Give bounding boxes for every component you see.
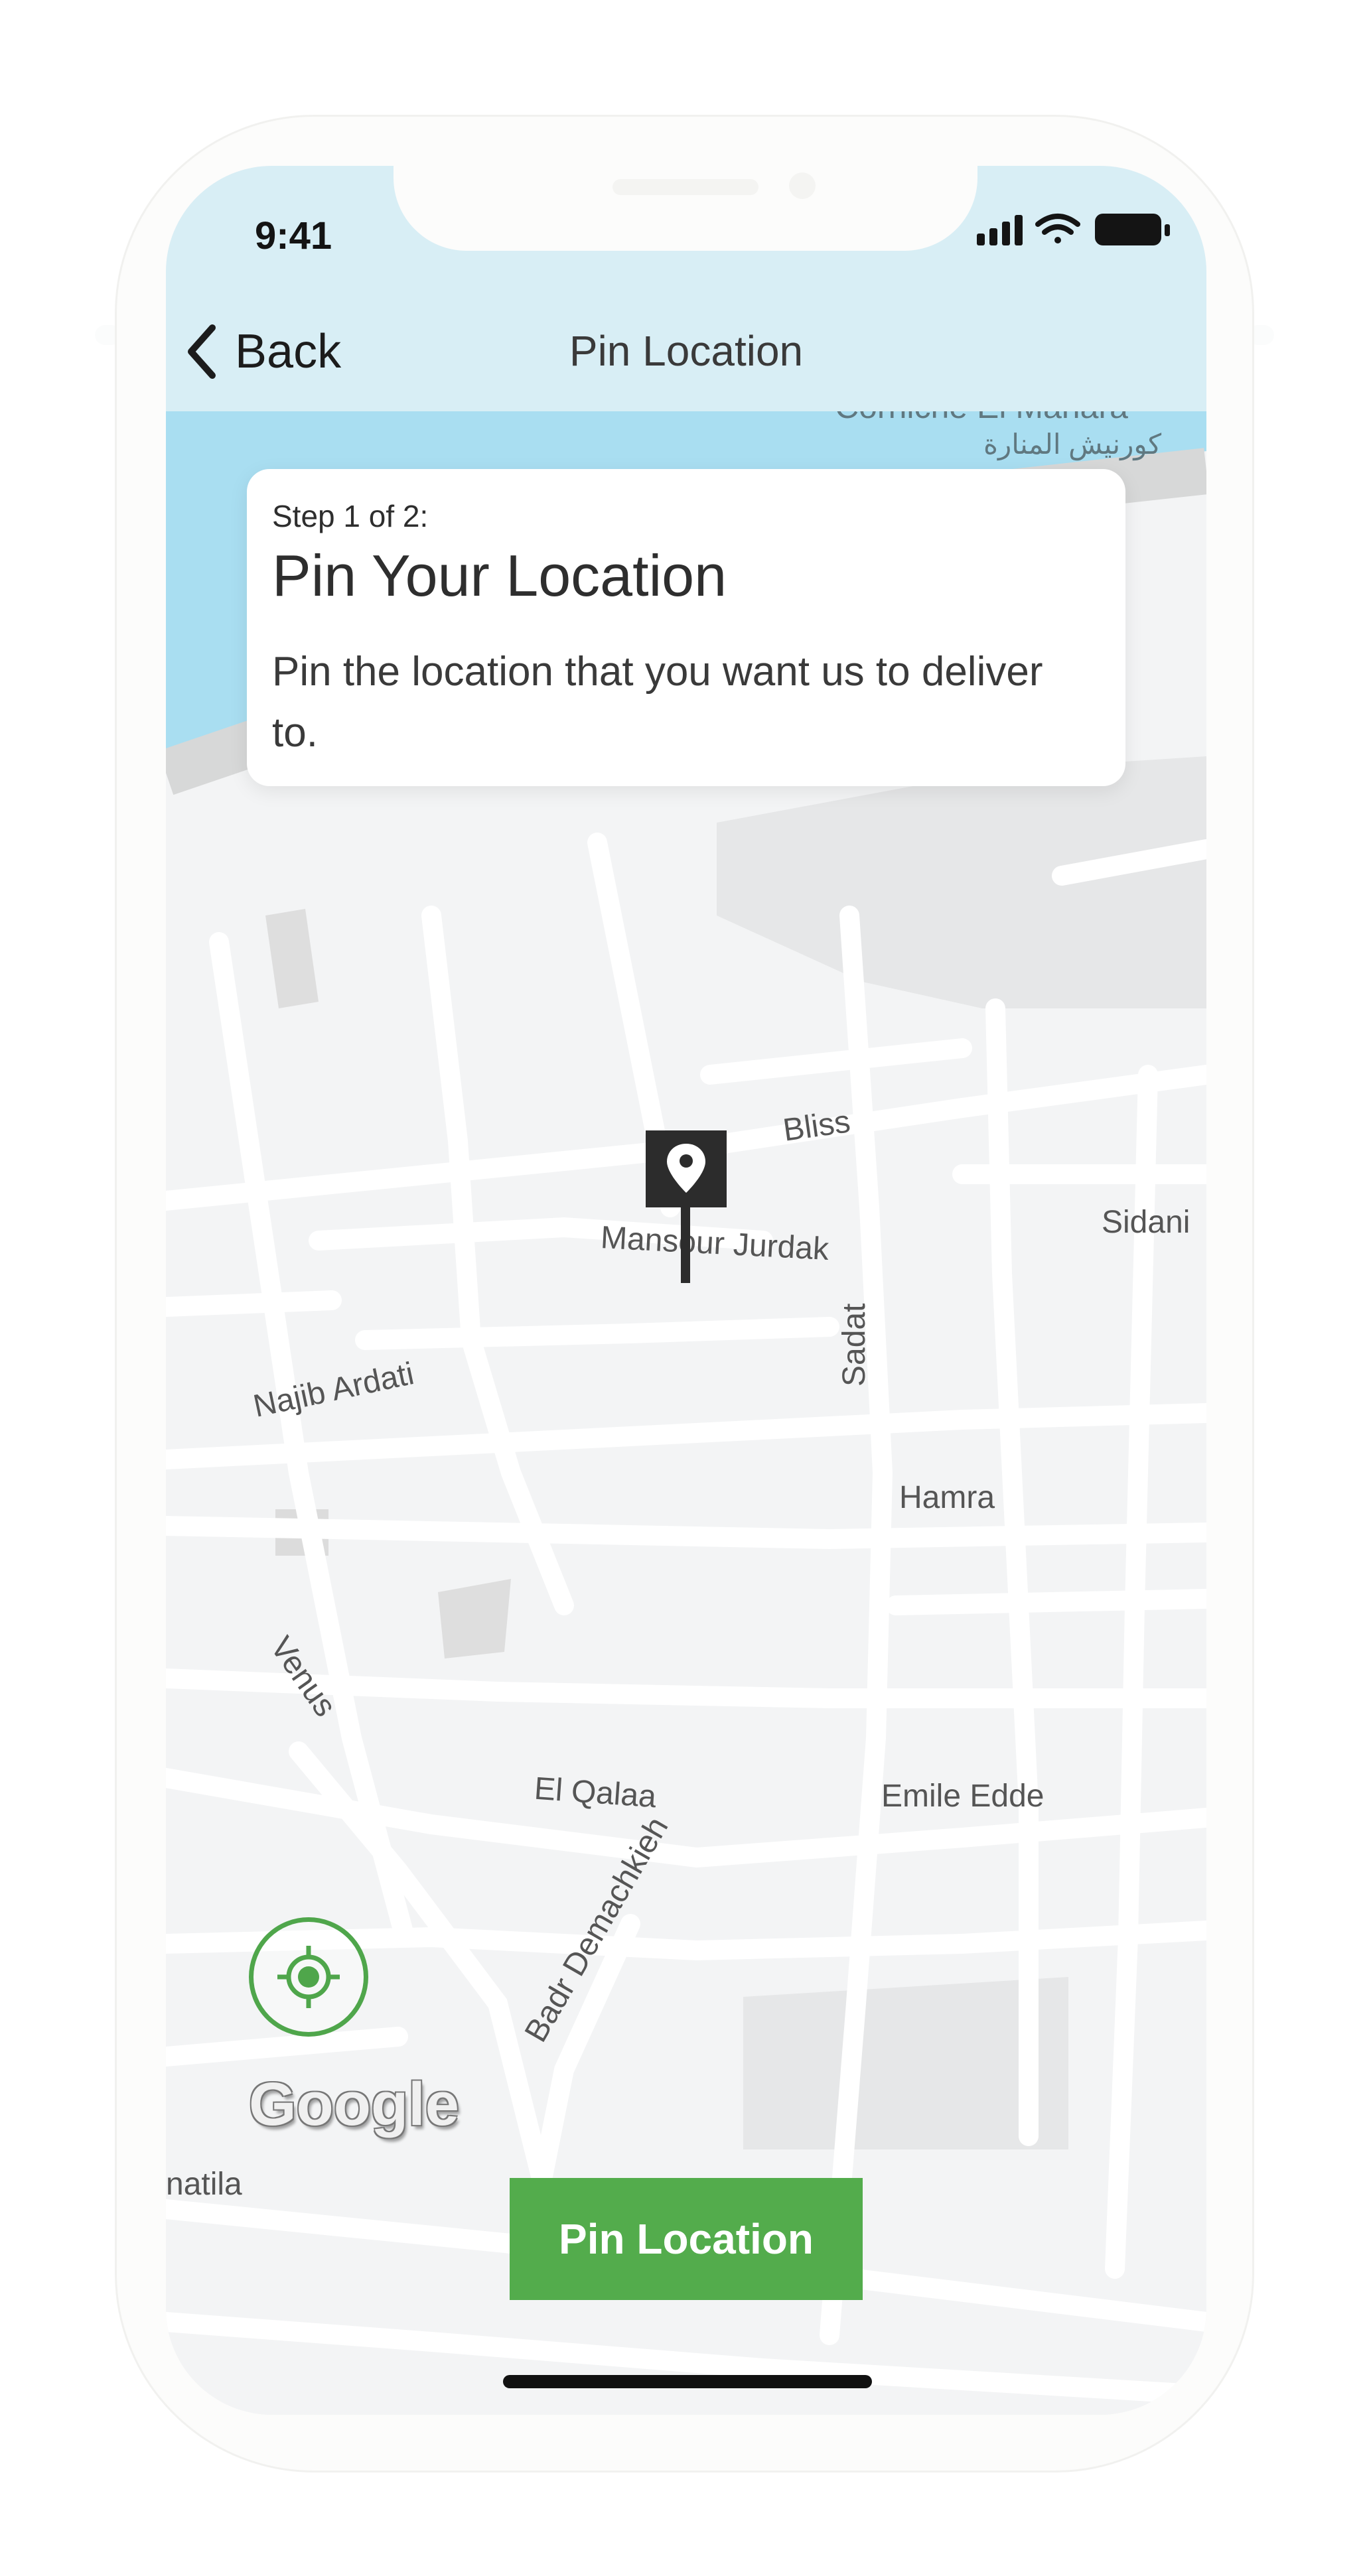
cellular-signal-icon: [977, 215, 1023, 245]
notch-speaker: [612, 179, 758, 195]
instruction-card: Step 1 of 2: Pin Your Location Pin the l…: [247, 469, 1125, 786]
phone-screen: Corniche El Manara كورنيش المنارة Bliss …: [166, 166, 1206, 2415]
my-location-button[interactable]: [249, 1917, 368, 2037]
page-title: Pin Location: [569, 327, 804, 375]
step-indicator: Step 1 of 2:: [272, 499, 429, 533]
pin-location-button[interactable]: Pin Location: [510, 2178, 863, 2300]
status-icons: [977, 210, 1176, 249]
map-label-hamra: Hamra: [899, 1480, 995, 1515]
crosshair-icon: [277, 1946, 340, 2008]
device-notch: [394, 166, 977, 251]
location-pin-marker[interactable]: [646, 1130, 727, 1290]
map-pin-icon: [646, 1130, 727, 1283]
battery-icon: [1095, 214, 1170, 245]
map-label-natila: natila: [166, 2167, 242, 2202]
navigation-bar: Back Pin Location: [166, 292, 1206, 411]
map-label-corniche-ar: كورنيش المنارة: [983, 429, 1162, 460]
card-description: Pin the location that you want us to del…: [272, 649, 1043, 756]
wifi-icon: [1035, 214, 1080, 243]
notch-camera: [789, 172, 816, 199]
card-title: Pin Your Location: [272, 543, 727, 608]
map-label-sidani: Sidani: [1102, 1205, 1190, 1240]
header-area: 9:41 Back Pin Location: [166, 166, 1206, 411]
google-attribution-logo: Google: [249, 2070, 459, 2138]
map-label-sadat: Sadat: [837, 1303, 872, 1387]
status-time: 9:41: [255, 214, 332, 257]
map-label-emile-edde: Emile Edde: [881, 1779, 1045, 1814]
home-indicator: [503, 2375, 872, 2388]
